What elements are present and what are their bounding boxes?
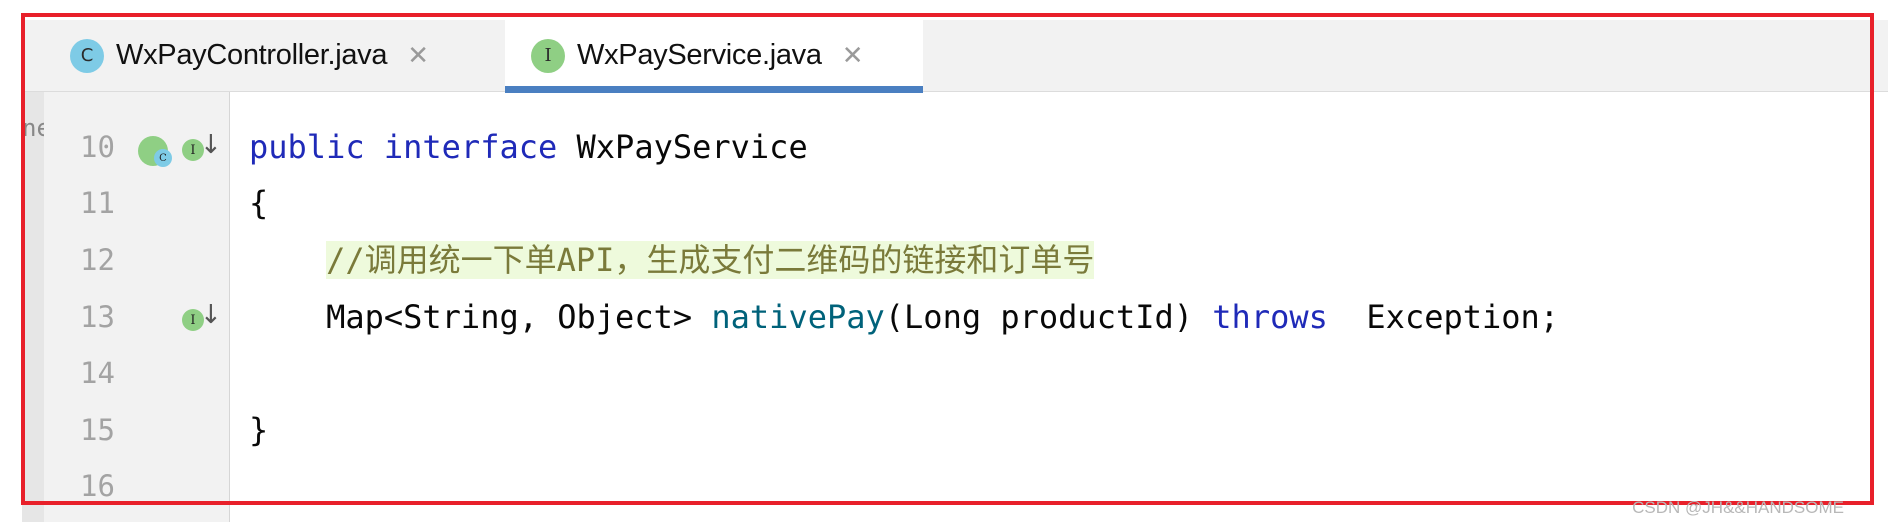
tab-label: WxPayController.java [116, 39, 388, 71]
keyword: public [249, 128, 365, 166]
ide-editor: C WxPayController.java ✕ I WxPayService.… [22, 16, 1888, 522]
code-line-12[interactable]: //调用统一下单API，生成支付二维码的链接和订单号 [249, 232, 1095, 288]
class-icon: C [70, 38, 104, 73]
comment: //调用统一下单API，生成支付二维码的链接和订单号 [326, 241, 1095, 279]
line-number: 13 [80, 300, 115, 334]
tab-wxpayservice[interactable]: I WxPayService.java ✕ [505, 20, 923, 93]
interface-icon: I [531, 38, 565, 73]
code-line-13[interactable]: Map<String, Object> nativePay(Long produ… [249, 289, 1559, 345]
line-number: 12 [80, 243, 115, 277]
return-type: Map<String, Object> [326, 298, 693, 336]
line-number: 16 [80, 469, 115, 503]
code-line-15[interactable]: } [249, 402, 268, 458]
side-strip [22, 92, 44, 522]
line-number: 15 [80, 413, 115, 447]
arrow-down-icon: ↓ [200, 300, 222, 330]
line-number: 10 [80, 130, 115, 164]
editor-tab-bar: C WxPayController.java ✕ I WxPayService.… [22, 20, 1888, 93]
close-icon[interactable]: ✕ [407, 41, 429, 71]
line-number: 14 [80, 356, 115, 390]
parameters: (Long productId) [884, 298, 1194, 336]
line-number-gutter: 10 11 12 13 14 15 16 C I ↓ I ↓ [44, 92, 230, 522]
interface-name: WxPayService [576, 128, 808, 166]
class-badge-icon: C [154, 149, 172, 167]
code-line-10[interactable]: public interface WxPayService [249, 119, 808, 175]
tab-label: WxPayService.java [577, 39, 822, 71]
exception-type: Exception; [1366, 298, 1560, 336]
close-icon[interactable]: ✕ [842, 41, 864, 71]
line-number: 11 [80, 186, 115, 220]
keyword: throws [1212, 298, 1328, 336]
tab-wxpaycontroller[interactable]: C WxPayController.java ✕ [46, 20, 500, 91]
active-tab-indicator [505, 86, 923, 93]
code-line-11[interactable]: { [249, 175, 268, 231]
keyword: interface [383, 128, 558, 166]
arrow-down-icon: ↓ [200, 130, 222, 160]
method-name: nativePay [711, 298, 885, 336]
watermark: CSDN @JH&&HANDSOME [1632, 498, 1844, 517]
